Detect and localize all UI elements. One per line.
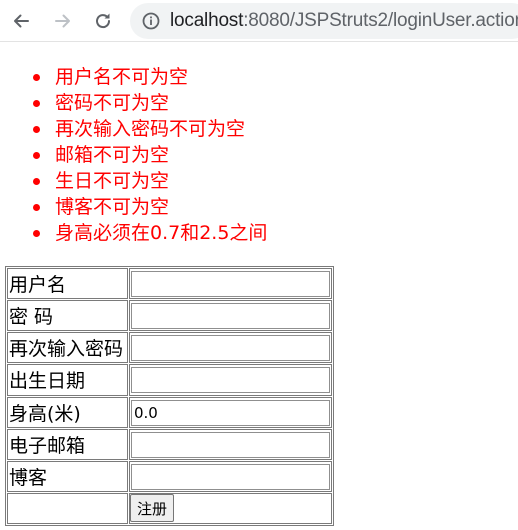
form-row-password: 密 码 [7, 300, 332, 332]
error-item: 身高必须在0.7和2.5之间 [0, 220, 267, 246]
bullet-icon [33, 100, 40, 107]
browser-toolbar: localhost:8080/JSPStruts2/loginUser.acti… [0, 0, 518, 42]
error-list: 用户名不可为空 密码不可为空 再次输入密码不可为空 邮箱不可为空 生日不可为空 … [0, 64, 267, 246]
email-input[interactable] [131, 431, 330, 458]
error-text: 再次输入密码不可为空 [55, 118, 246, 140]
bullet-icon [33, 204, 40, 211]
username-cell [129, 268, 332, 300]
error-item: 再次输入密码不可为空 [0, 116, 267, 142]
error-text: 邮箱不可为空 [55, 144, 170, 166]
error-text: 生日不可为空 [55, 170, 170, 192]
email-cell [129, 428, 332, 460]
error-text: 身高必须在0.7和2.5之间 [55, 222, 268, 244]
email-label: 电子邮箱 [7, 428, 128, 460]
forward-arrow-icon[interactable] [50, 8, 76, 34]
bullet-icon [33, 152, 40, 159]
birthday-label: 出生日期 [7, 364, 128, 396]
password-label: 密 码 [7, 300, 128, 332]
birthday-input[interactable] [131, 367, 330, 394]
blog-cell [129, 460, 332, 492]
height-label: 身高(米) [7, 396, 128, 428]
bullet-icon [33, 230, 40, 237]
error-item: 用户名不可为空 [0, 64, 267, 90]
blog-label: 博客 [7, 460, 128, 492]
address-bar[interactable]: localhost:8080/JSPStruts2/loginUser.acti… [130, 3, 518, 39]
reload-icon[interactable] [90, 8, 116, 34]
error-text: 密码不可为空 [55, 92, 170, 114]
blog-input[interactable] [131, 463, 330, 490]
form-row-confirm-password: 再次输入密码 [7, 332, 332, 364]
error-text: 博客不可为空 [55, 196, 170, 218]
error-text: 用户名不可为空 [55, 66, 189, 88]
password-cell [129, 300, 332, 332]
username-label: 用户名 [7, 268, 128, 300]
form-row-height: 身高(米) [7, 396, 332, 428]
height-input[interactable] [131, 399, 330, 426]
confirm-password-input[interactable] [131, 335, 330, 362]
url-text: localhost:8080/JSPStruts2/loginUser.acti… [170, 10, 518, 32]
form-row-blog: 博客 [7, 460, 332, 492]
registration-form: 用户名 密 码 再次输入密码 出生日期 身高(米) 电子邮箱 博客 注册 [5, 266, 334, 526]
error-item: 博客不可为空 [0, 194, 267, 220]
register-button[interactable]: 注册 [130, 494, 175, 523]
form-row-email: 电子邮箱 [7, 428, 332, 460]
height-cell [129, 396, 332, 428]
password-input[interactable] [131, 303, 330, 330]
form-row-username: 用户名 [7, 268, 332, 300]
back-arrow-icon[interactable] [8, 8, 34, 34]
bullet-icon [33, 178, 40, 185]
form-row-submit: 注册 [7, 492, 332, 524]
error-item: 密码不可为空 [0, 90, 267, 116]
url-host: localhost [170, 10, 244, 31]
form-row-birthday: 出生日期 [7, 364, 332, 396]
username-input[interactable] [131, 271, 330, 298]
birthday-cell [129, 364, 332, 396]
error-item: 邮箱不可为空 [0, 142, 267, 168]
error-item: 生日不可为空 [0, 168, 267, 194]
bullet-icon [33, 74, 40, 81]
submit-cell: 注册 [129, 492, 332, 524]
url-path: :8080/JSPStruts2/loginUser.action [243, 10, 518, 31]
bullet-icon [33, 126, 40, 133]
confirm-password-label: 再次输入密码 [7, 332, 128, 364]
confirm-password-cell [129, 332, 332, 364]
empty-cell [7, 492, 128, 524]
info-icon[interactable] [142, 12, 160, 30]
